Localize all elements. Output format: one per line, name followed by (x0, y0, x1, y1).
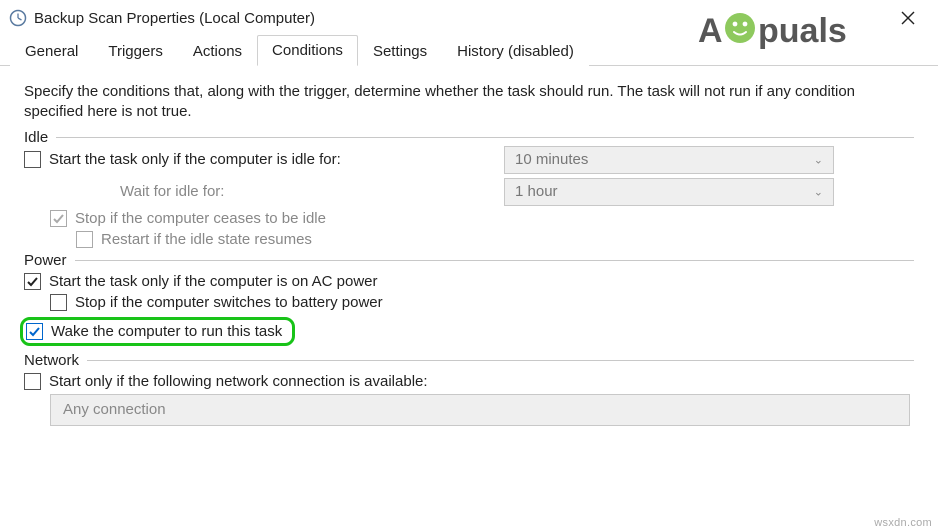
combo-network-connection[interactable]: Any connection (50, 394, 910, 426)
close-button[interactable] (886, 4, 930, 32)
checkbox-restart-idle-resume[interactable] (76, 231, 93, 248)
divider (87, 360, 914, 361)
chevron-down-icon: ⌄ (814, 185, 823, 198)
checkbox-network-start[interactable] (24, 373, 41, 390)
label-idle-start: Start the task only if the computer is i… (49, 151, 341, 168)
brand-logo: A puals (698, 8, 858, 58)
check-icon (52, 212, 65, 225)
group-power: Power (24, 252, 914, 269)
group-power-label: Power (24, 252, 75, 269)
checkbox-wake-computer[interactable] (26, 323, 43, 340)
chevron-down-icon: ⌄ (814, 153, 823, 166)
tab-settings[interactable]: Settings (358, 36, 442, 66)
checkbox-stop-cease-idle[interactable] (50, 210, 67, 227)
divider (75, 260, 914, 261)
clock-icon (8, 8, 28, 28)
check-icon (26, 275, 39, 288)
combo-idle-duration-value: 10 minutes (515, 151, 588, 168)
label-network-start: Start only if the following network conn… (49, 373, 428, 390)
checkbox-idle-start[interactable] (24, 151, 41, 168)
tab-history[interactable]: History (disabled) (442, 36, 589, 66)
label-stop-cease-idle: Stop if the computer ceases to be idle (75, 210, 326, 227)
window-title: Backup Scan Properties (Local Computer) (34, 10, 315, 27)
tab-general[interactable]: General (10, 36, 93, 66)
combo-wait-duration-value: 1 hour (515, 183, 558, 200)
check-icon (28, 325, 41, 338)
tab-actions[interactable]: Actions (178, 36, 257, 66)
group-network: Network (24, 352, 914, 369)
watermark-text: wsxdn.com (874, 517, 932, 529)
svg-text:puals: puals (758, 12, 847, 50)
highlight-wake: Wake the computer to run this task (20, 317, 295, 346)
intro-text: Specify the conditions that, along with … (24, 82, 914, 123)
label-wake-computer: Wake the computer to run this task (51, 323, 282, 340)
divider (56, 137, 914, 138)
label-wait-for-idle: Wait for idle for: (24, 183, 224, 200)
tab-conditions[interactable]: Conditions (257, 35, 358, 66)
svg-text:A: A (698, 12, 723, 50)
group-idle-label: Idle (24, 129, 56, 146)
close-icon (901, 11, 915, 25)
group-network-label: Network (24, 352, 87, 369)
label-restart-idle-resume: Restart if the idle state resumes (101, 231, 312, 248)
checkbox-stop-battery[interactable] (50, 294, 67, 311)
tab-content-conditions: Specify the conditions that, along with … (0, 66, 938, 434)
tab-triggers[interactable]: Triggers (93, 36, 177, 66)
group-idle: Idle (24, 129, 914, 146)
combo-idle-duration[interactable]: 10 minutes ⌄ (504, 146, 834, 174)
label-ac-power: Start the task only if the computer is o… (49, 273, 378, 290)
label-stop-battery: Stop if the computer switches to battery… (75, 294, 383, 311)
checkbox-ac-power[interactable] (24, 273, 41, 290)
combo-wait-duration[interactable]: 1 hour ⌄ (504, 178, 834, 206)
combo-network-connection-value: Any connection (63, 401, 166, 418)
